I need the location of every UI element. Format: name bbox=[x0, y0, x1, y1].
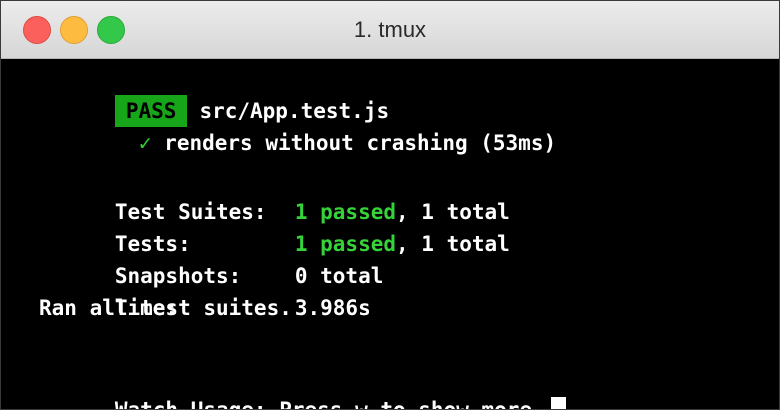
title-bar[interactable]: 1. tmux bbox=[1, 1, 779, 59]
summary-suites-line: Test Suites: 1 passed, 1 total bbox=[39, 164, 510, 224]
summary-snapshots-line: Snapshots: 0 total bbox=[39, 228, 384, 288]
time-value: 3.986s bbox=[294, 296, 371, 320]
watch-usage-text: Watch Usage: Press w to show more. bbox=[114, 398, 545, 410]
test-case-line: ✓ renders without crashing (53ms) bbox=[63, 95, 556, 155]
tests-total: , 1 total bbox=[396, 232, 510, 256]
test-file-line: PASS src/App.test.js bbox=[39, 63, 389, 127]
ran-all-line: Ran all test suites. bbox=[39, 296, 292, 320]
text-cursor bbox=[550, 397, 566, 409]
check-icon: ✓ bbox=[138, 131, 152, 155]
summary-time-line: Time: 3.986s bbox=[39, 260, 371, 320]
watch-usage-line[interactable]: Watch Usage: Press w to show more. bbox=[39, 362, 566, 409]
window-title: 1. tmux bbox=[353, 17, 427, 42]
terminal-window: 1. tmux PASS src/App.test.js ✓ renders wi… bbox=[0, 0, 780, 410]
test-case-name: renders without crashing (53ms) bbox=[164, 131, 557, 155]
summary-tests-line: Tests: 1 passed, 1 total bbox=[39, 196, 510, 256]
terminal-output[interactable]: PASS src/App.test.js ✓ renders without cr… bbox=[1, 59, 779, 409]
